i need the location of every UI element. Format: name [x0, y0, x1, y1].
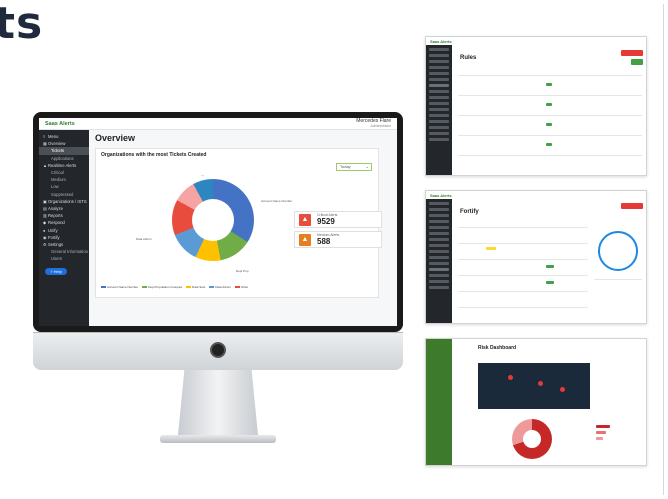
fortify-screenshot: Saas Alerts Fortify	[425, 190, 647, 324]
chart-title: Organizations with the most Tickets Crea…	[101, 152, 207, 158]
sidebar-item-reports[interactable]: ▥ Reports	[39, 212, 89, 219]
legend-item[interactable]: Dept Population Grouped	[142, 285, 182, 289]
sidebar-item-unify[interactable]: ● Unify	[39, 226, 89, 233]
imac-mockup: Saas Alerts Mercedes Flare Administrator…	[33, 112, 403, 443]
risk-dashboard-screenshot: Risk Dashboard	[425, 338, 647, 466]
rules-title: Rules	[460, 55, 477, 61]
dashboard-screen: Saas Alerts Mercedes Flare Administrator…	[39, 118, 397, 326]
sidebar-item-users[interactable]: Users	[39, 255, 89, 262]
chart-legend: Account Name Number Dept Population Grou…	[101, 285, 248, 289]
risk-title: Risk Dashboard	[478, 345, 517, 351]
chart-card: Organizations with the most Tickets Crea…	[95, 148, 382, 298]
sidebar-item-menu[interactable]: ≡ Menu	[39, 133, 89, 140]
rules-screenshot: Saas Alerts Rules	[425, 36, 647, 176]
medium-alerts-card[interactable]: ▲ Medium Alerts 588	[294, 231, 382, 248]
monitor-stand	[178, 370, 258, 435]
main-content: Overview Organizations with the most Tic…	[89, 130, 397, 326]
donut-hole	[192, 199, 234, 241]
user-name: Mercedes Flare	[356, 118, 391, 124]
add-rule-button[interactable]	[621, 50, 643, 56]
sidebar-item-fortify[interactable]: ◉ Fortify	[39, 234, 89, 241]
sidebar-item-critical[interactable]: Critical	[39, 169, 89, 176]
donut-label-account: Account Name Number	[261, 199, 293, 203]
app-logo[interactable]: Saas Alerts	[45, 121, 75, 127]
donut-chart[interactable]	[172, 179, 254, 261]
sidebar-item-overview[interactable]: ▦ Overview	[39, 140, 89, 147]
critical-alerts-card[interactable]: ▲ Critical Alerts 9529	[294, 211, 382, 228]
divider	[663, 4, 664, 495]
page-heading: ts	[0, 0, 44, 49]
donut-label: —	[201, 173, 204, 177]
chevron-down-icon: ⌄	[365, 164, 369, 169]
top-bar: Saas Alerts Mercedes Flare Administrator	[39, 118, 397, 130]
help-icon: ?	[50, 269, 53, 275]
thumb-logo: Saas Alerts	[430, 193, 452, 198]
sidebar: ≡ Menu ▦ Overview Tickets Applications ▲ Re…	[39, 130, 89, 326]
monitor-bezel: Saas Alerts Mercedes Flare Administrator…	[33, 112, 403, 332]
legend-item[interactable]: Account Name Number	[101, 285, 138, 289]
camera-icon	[210, 342, 226, 358]
legend-item[interactable]: Data Sets	[186, 285, 205, 289]
filter-button[interactable]	[631, 59, 643, 65]
sidebar-item-organizations[interactable]: ▣ Organizations / ISTS	[39, 198, 89, 205]
sidebar-item-medium[interactable]: Medium	[39, 176, 89, 183]
sidebar-item-realtime-alerts[interactable]: ▲ Realtime Alerts	[39, 162, 89, 169]
donut-label-data-admin: Data Admin	[136, 237, 152, 241]
sidebar-item-applications[interactable]: Applications	[39, 155, 89, 162]
sidebar-item-analyze[interactable]: ▤ Analyze	[39, 205, 89, 212]
sidebar-item-respond[interactable]: ◆ Respond	[39, 219, 89, 226]
date-filter-select[interactable]: Today ⌄	[336, 163, 372, 171]
sidebar-item-low[interactable]: Low	[39, 183, 89, 190]
action-button[interactable]	[621, 203, 643, 209]
donut-label-dept: Dept Pop	[236, 269, 249, 273]
warning-icon: ▲	[299, 233, 311, 246]
user-box[interactable]: Mercedes Flare Administrator	[356, 118, 391, 129]
page: ts Saas Alerts Mercedes Flare Administra…	[0, 0, 668, 499]
help-button[interactable]: ? Help	[45, 268, 67, 276]
sidebar-item-suppressed[interactable]: Suppressed	[39, 191, 89, 198]
world-map	[478, 363, 590, 409]
page-title: Overview	[95, 133, 136, 143]
sidebar-item-general-information[interactable]: General Information	[39, 248, 89, 255]
stat-value: 9529	[317, 217, 335, 226]
user-role: Administrator	[370, 123, 391, 128]
legend-item[interactable]: Data Admin	[209, 285, 231, 289]
donut-chart-small	[512, 419, 552, 459]
legend-item[interactable]: Other	[234, 285, 248, 289]
monitor-foot	[160, 435, 276, 443]
green-sidebar	[426, 339, 452, 465]
sidebar-item-settings[interactable]: ⚙ Settings	[39, 241, 89, 248]
fortify-title: Fortify	[460, 209, 479, 215]
gauge-chart	[598, 231, 638, 271]
sidebar-item-tickets[interactable]: Tickets	[39, 147, 89, 155]
warning-icon: ▲	[299, 213, 311, 226]
stat-value: 588	[317, 237, 331, 246]
thumb-logo: Saas Alerts	[430, 39, 452, 44]
